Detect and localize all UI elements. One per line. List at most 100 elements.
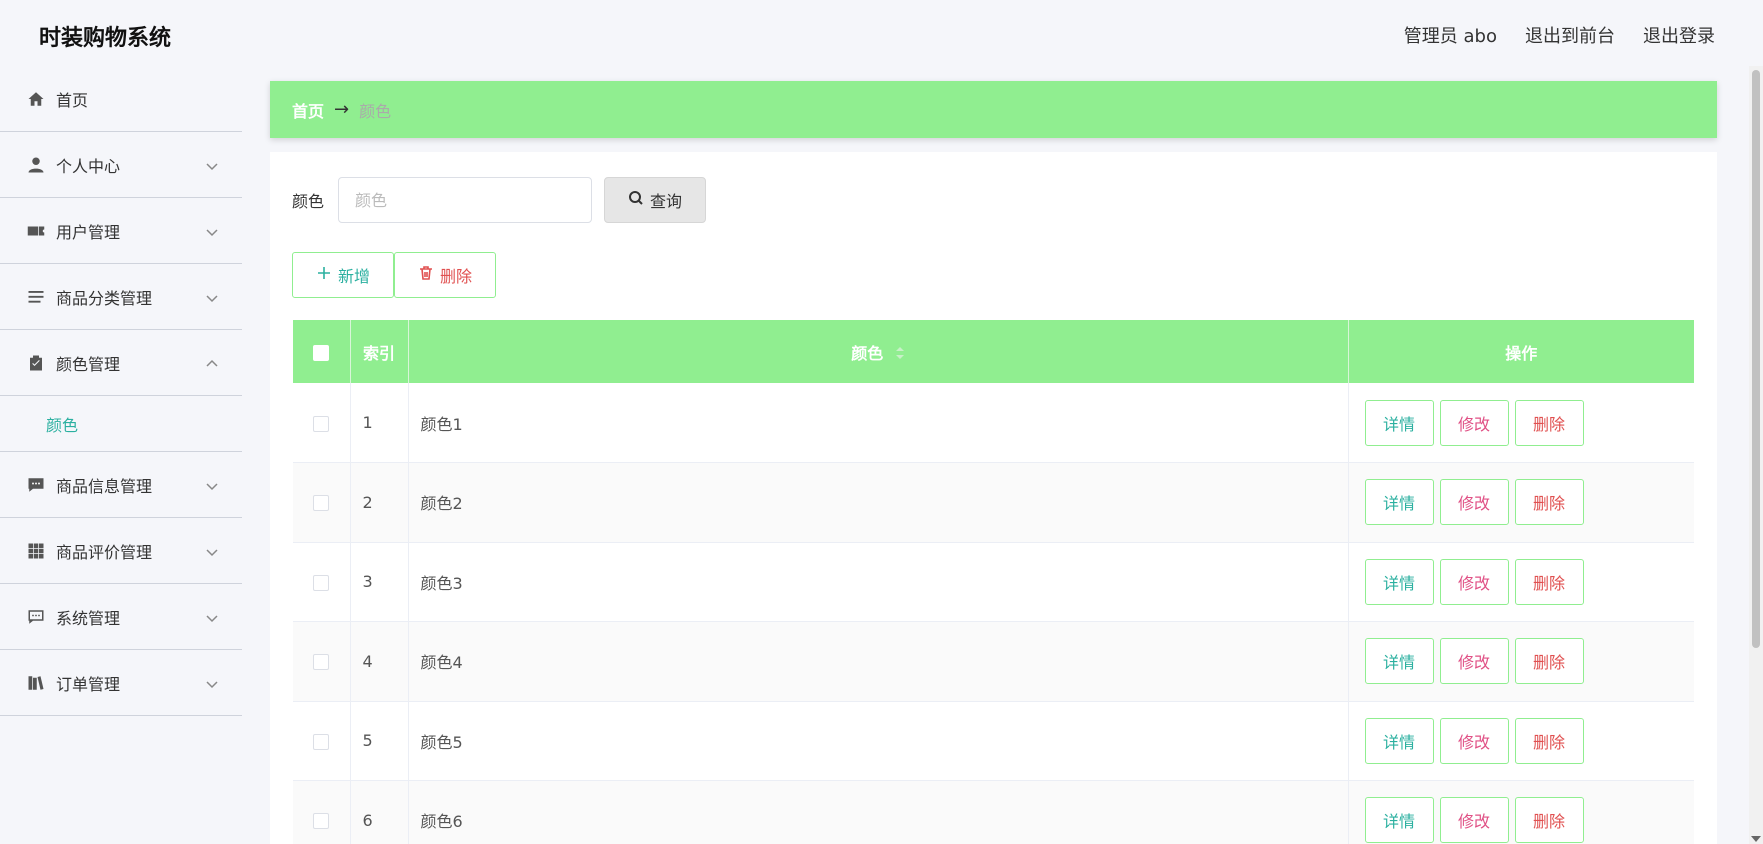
row-checkbox-cell — [293, 621, 351, 701]
search-icon — [628, 190, 644, 210]
delete-button[interactable]: 删除 — [1514, 558, 1584, 605]
edit-button[interactable]: 修改 — [1439, 717, 1509, 764]
delete-button[interactable]: 删除 — [1514, 399, 1584, 446]
detail-button[interactable]: 详情 — [1364, 797, 1434, 844]
chevron-down-icon — [206, 289, 218, 303]
detail-button[interactable]: 详情 — [1364, 558, 1434, 605]
edit-button[interactable]: 修改 — [1439, 558, 1509, 605]
add-button-label: 新增 — [337, 267, 370, 286]
header-index: 索引 — [350, 320, 409, 383]
header-checkbox-cell — [293, 320, 351, 383]
sidebar-subitem-color[interactable]: 颜色 — [0, 396, 242, 452]
row-checkbox[interactable] — [313, 415, 330, 432]
admin-label[interactable]: 管理员 abo — [1404, 22, 1497, 48]
sidebar-item-label: 商品评价管理 — [56, 542, 153, 562]
sidebar-item-personal-center[interactable]: 个人中心 — [0, 132, 242, 198]
brand-title: 时装购物系统 — [39, 26, 172, 51]
arrow-right-icon: → — [334, 99, 350, 120]
edit-button[interactable]: 修改 — [1439, 797, 1509, 844]
sidebar-item-label: 个人中心 — [56, 156, 121, 176]
row-color: 颜色2 — [408, 462, 1349, 542]
edit-button[interactable]: 修改 — [1439, 479, 1509, 526]
row-checkbox-cell — [293, 462, 351, 542]
table-row: 1 颜色1 详情 修改 删除 — [293, 383, 1694, 463]
row-index: 1 — [350, 383, 409, 463]
search-input[interactable] — [338, 177, 593, 223]
table-row: 2 颜色2 详情 修改 删除 — [293, 462, 1694, 543]
search-button[interactable]: 查询 — [604, 177, 707, 223]
chevron-up-icon — [206, 355, 218, 367]
header-color[interactable]: 颜色 — [408, 320, 1349, 383]
row-checkbox[interactable] — [313, 733, 330, 750]
logout-link[interactable]: 退出登录 — [1643, 22, 1715, 48]
sidebar-item-home[interactable]: 首页 — [0, 66, 242, 132]
sidebar-item-order-management[interactable]: 订单管理 — [0, 650, 242, 716]
delete-button[interactable]: 删除 — [1514, 717, 1584, 764]
scrollbar-thumb[interactable] — [1752, 70, 1760, 648]
table-row: 4 颜色4 详情 修改 删除 — [293, 621, 1694, 702]
sidebar-item-product-info-management[interactable]: 商品信息管理 — [0, 452, 242, 518]
add-button[interactable]: 新增 — [292, 252, 394, 298]
sidebar-item-category-management[interactable]: 商品分类管理 — [0, 264, 242, 330]
sidebar-item-label: 系统管理 — [56, 608, 121, 628]
chevron-down-icon — [206, 477, 218, 491]
sidebar-item-user-management[interactable]: 用户管理 — [0, 198, 242, 264]
row-checkbox[interactable] — [313, 654, 330, 671]
chevron-down-icon — [206, 157, 218, 171]
detail-button[interactable]: 详情 — [1364, 479, 1434, 526]
to-front-link[interactable]: 退出到前台 — [1525, 22, 1615, 48]
row-operations: 详情 修改 删除 — [1348, 463, 1694, 543]
edit-button[interactable]: 修改 — [1439, 638, 1509, 685]
delete-button[interactable]: 删除 — [1514, 797, 1584, 844]
sort-icon[interactable] — [895, 345, 905, 364]
select-all-checkbox[interactable] — [313, 344, 330, 361]
chevron-down-icon — [206, 543, 218, 557]
scroll-down-arrow-icon[interactable] — [1751, 836, 1761, 842]
user-icon — [26, 155, 46, 175]
content-panel: 颜色 查询 新增 删除 索引 颜色 — [270, 152, 1717, 844]
ticket-icon — [26, 221, 46, 241]
sidebar-item-label: 首页 — [56, 90, 89, 110]
row-operations: 详情 修改 删除 — [1348, 622, 1694, 702]
breadcrumb-home[interactable]: 首页 — [292, 98, 324, 122]
table-row: 5 颜色5 详情 修改 删除 — [293, 701, 1694, 781]
header-links: 管理员 abo 退出到前台 退出登录 — [1404, 22, 1715, 48]
row-index: 6 — [350, 780, 409, 844]
chat-icon — [26, 607, 46, 627]
row-operations: 详情 修改 删除 — [1348, 701, 1694, 781]
delete-button[interactable]: 删除 — [1514, 479, 1584, 526]
row-operations: 详情 修改 删除 — [1348, 383, 1694, 463]
grid-icon — [26, 541, 46, 561]
delete-button[interactable]: 删除 — [1514, 638, 1584, 685]
edit-button[interactable]: 修改 — [1439, 399, 1509, 446]
clipboard-icon — [26, 353, 46, 373]
main-content: 首页 → 颜色 颜色 查询 新增 删除 — [242, 66, 1763, 844]
breadcrumb-current: 颜色 — [359, 101, 392, 121]
row-color: 颜色4 — [408, 621, 1349, 701]
page-scrollbar[interactable] — [1749, 66, 1763, 844]
sidebar-item-color-management[interactable]: 颜色管理 — [0, 330, 242, 396]
plus-icon — [316, 265, 332, 285]
top-header: 时装购物系统 管理员 abo 退出到前台 退出登录 — [0, 0, 1763, 66]
bulk-delete-button[interactable]: 删除 — [394, 252, 496, 298]
row-index: 3 — [350, 542, 409, 622]
search-label: 颜色 — [292, 192, 325, 211]
row-checkbox[interactable] — [313, 495, 330, 512]
color-table: 索引 颜色 操作 1 颜色1 详情 修改 删除 2 颜色2 详情 修改 删除 3… — [293, 320, 1694, 844]
row-color: 颜色5 — [408, 701, 1349, 781]
table-header-row: 索引 颜色 操作 — [293, 320, 1694, 383]
sidebar-item-system-management[interactable]: 系统管理 — [0, 584, 242, 650]
sidebar-item-label: 商品信息管理 — [56, 476, 153, 496]
search-row: 颜色 查询 — [292, 177, 707, 223]
detail-button[interactable]: 详情 — [1364, 717, 1434, 764]
row-checkbox[interactable] — [313, 574, 330, 591]
row-checkbox[interactable] — [313, 813, 330, 830]
row-color: 颜色6 — [408, 780, 1349, 844]
detail-button[interactable]: 详情 — [1364, 638, 1434, 685]
chevron-down-icon — [206, 675, 218, 689]
sidebar-item-review-management[interactable]: 商品评价管理 — [0, 518, 242, 584]
action-row: 新增 删除 — [292, 252, 496, 298]
detail-button[interactable]: 详情 — [1364, 399, 1434, 446]
sidebar-item-label: 颜色管理 — [56, 354, 121, 374]
message-icon — [26, 475, 46, 495]
